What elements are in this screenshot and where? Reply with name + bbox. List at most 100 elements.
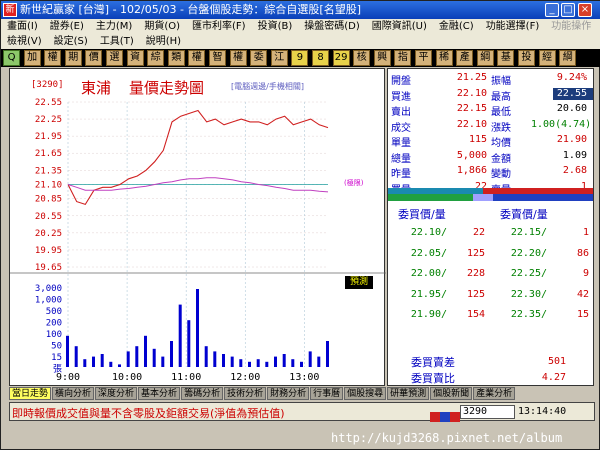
quote-value-1-b: 22.55: [556, 87, 587, 99]
bid-price-0[interactable]: 22.10/: [397, 227, 447, 238]
ask-qty-0[interactable]: 1: [549, 227, 589, 238]
toolbar-button-23[interactable]: 綱: [476, 50, 494, 66]
ask-price-1[interactable]: 22.20/: [497, 248, 547, 259]
ask-price-3[interactable]: 22.30/: [497, 289, 547, 300]
ask-qty-1[interactable]: 86: [549, 248, 589, 259]
toolbar-button-22[interactable]: 產: [456, 50, 474, 66]
tab-2[interactable]: 深度分析: [95, 387, 138, 400]
limit-tag: (極限): [344, 179, 364, 187]
menu1-item-3[interactable]: 期貨(O): [138, 19, 186, 34]
ask-qty-4[interactable]: 15: [549, 309, 589, 320]
toolbar-button-10[interactable]: 智: [209, 50, 226, 66]
quote-label-5-b: 金額: [491, 153, 511, 165]
toolbar-button-27[interactable]: 綱: [559, 50, 577, 66]
menu1-item-4[interactable]: 匯市利率(F): [186, 19, 252, 34]
menu2-item-2[interactable]: 工具(T): [94, 34, 140, 49]
toolbar-button-12[interactable]: 委: [250, 50, 268, 66]
volume-bar: [178, 304, 182, 367]
menu1-item-10[interactable]: 功能操作: [545, 19, 597, 34]
toolbar-button-16[interactable]: 29: [332, 50, 350, 66]
toolbar-button-24[interactable]: 基: [497, 50, 515, 66]
tab-11[interactable]: 產業分析: [473, 387, 516, 400]
toolbar-button-19[interactable]: 指: [394, 50, 412, 66]
minimize-button[interactable]: _: [545, 3, 559, 17]
toolbar-button-2[interactable]: 權: [44, 50, 62, 66]
tab-5[interactable]: 技術分析: [224, 387, 267, 400]
bid-price-4[interactable]: 21.90/: [397, 309, 447, 320]
menu1-item-6[interactable]: 操盤密碼(D): [298, 19, 366, 34]
predict-button[interactable]: 預測: [345, 276, 373, 289]
toolbar-button-25[interactable]: 投: [518, 50, 535, 66]
stock-code-input[interactable]: 3290: [460, 405, 515, 419]
toolbar-button-18[interactable]: 興: [373, 50, 391, 66]
menu2-item-3[interactable]: 說明(H): [140, 34, 187, 49]
maximize-button[interactable]: □: [561, 3, 575, 17]
quote-value-3-a: 22.10: [456, 118, 487, 130]
menu1-item-9[interactable]: 功能選擇(F): [480, 19, 546, 34]
menu1-item-0[interactable]: 畫面(I): [1, 19, 44, 34]
toolbar-button-11[interactable]: 權: [229, 50, 247, 66]
bid-qty-2[interactable]: 228: [449, 268, 485, 279]
menu1-item-2[interactable]: 主力(M): [90, 19, 138, 34]
quote-value-3-b: 1.00(4.74): [531, 118, 592, 130]
bid-qty-1[interactable]: 125: [449, 248, 485, 259]
price-volume-chart[interactable]: 22.55 22.25 21.95 21.65 21.35 21.10 20.85 20.55…: [9, 68, 386, 386]
menu1-item-7[interactable]: 國際資訊(U): [366, 19, 433, 34]
menu1-item-8[interactable]: 金融(C): [433, 19, 480, 34]
tab-10[interactable]: 個股新聞: [430, 387, 473, 400]
menu2-item-0[interactable]: 檢視(V): [1, 34, 48, 49]
clock: 13:14:40: [518, 406, 567, 417]
tab-6[interactable]: 財務分析: [267, 387, 310, 400]
toolbar-button-1[interactable]: 加: [23, 50, 41, 66]
ask-price-2[interactable]: 22.25/: [497, 268, 547, 279]
toolbar-button-8[interactable]: 類: [167, 50, 185, 66]
tab-7[interactable]: 行事曆: [310, 387, 344, 400]
bid-price-1[interactable]: 22.05/: [397, 248, 447, 259]
tab-4[interactable]: 籌碼分析: [181, 387, 224, 400]
volume-bar: [170, 341, 173, 367]
ask-price-0[interactable]: 22.15/: [497, 227, 547, 238]
analysis-tabs: 當日走勢 橫向分析 深度分析 基本分析 籌碼分析 技術分析 財務分析 行事曆 個股搜尋 研華預測個…: [9, 387, 595, 401]
toolbar-button-21[interactable]: 稀: [435, 50, 453, 66]
volume-bar: [161, 356, 165, 367]
toolbar-button-3[interactable]: 期: [64, 50, 82, 66]
title-bar[interactable]: 新 新世紀贏家 [台灣] - 102/05/03 - 台盤個股走勢：綜合自選股[…: [1, 1, 600, 19]
toolbar-button-4[interactable]: 價: [85, 50, 103, 66]
bid-qty-4[interactable]: 154: [449, 309, 485, 320]
quote-value-5-b: 1.09: [562, 149, 587, 161]
tab-3[interactable]: 基本分析: [138, 387, 181, 400]
tab-1[interactable]: 橫向分析: [52, 387, 95, 400]
menu2-item-1[interactable]: 設定(S): [48, 34, 94, 49]
ask-qty-3[interactable]: 42: [549, 289, 589, 300]
close-button[interactable]: ×: [578, 3, 592, 17]
app-icon: 新: [3, 3, 17, 17]
tab-0[interactable]: 當日走勢: [9, 387, 52, 400]
tab-8[interactable]: 個股搜尋: [344, 387, 387, 400]
toolbar-button-20[interactable]: 平: [415, 50, 432, 66]
price-tick-label: 19.65: [35, 263, 62, 273]
toolbar-button-14[interactable]: 9: [291, 50, 309, 66]
quote-value-1-a: 22.10: [456, 87, 487, 99]
toolbar-button-26[interactable]: 經: [538, 50, 556, 66]
toolbar-button-13[interactable]: 江: [270, 50, 288, 66]
toolbar-button-0[interactable]: Q: [3, 50, 20, 66]
menu1-item-5[interactable]: 投資(B): [252, 19, 299, 34]
toolbar-button-5[interactable]: 選: [106, 50, 123, 66]
buy-sell-volume-bar: [388, 188, 593, 201]
bid-qty-3[interactable]: 125: [449, 289, 485, 300]
ask-price-4[interactable]: 22.35/: [497, 309, 547, 320]
toolbar-button-7[interactable]: 綜: [147, 50, 165, 66]
menu1-item-1[interactable]: 證券(E): [44, 19, 90, 34]
bid-price-2[interactable]: 22.00/: [397, 268, 447, 279]
tab-9[interactable]: 研華預測: [387, 387, 430, 400]
bid-qty-0[interactable]: 22: [449, 227, 485, 238]
toolbar-button-6[interactable]: 資: [126, 50, 144, 66]
ask-qty-2[interactable]: 9: [549, 268, 589, 279]
toolbar-button-9[interactable]: 權: [188, 50, 206, 66]
toolbar-button-17[interactable]: 核: [353, 50, 371, 66]
bid-price-3[interactable]: 21.95/: [397, 289, 447, 300]
toolbar-button-15[interactable]: 8: [312, 50, 329, 66]
price-tick-label: 22.25: [35, 115, 62, 125]
volume-bar: [196, 289, 199, 367]
volume-bar: [213, 351, 217, 367]
